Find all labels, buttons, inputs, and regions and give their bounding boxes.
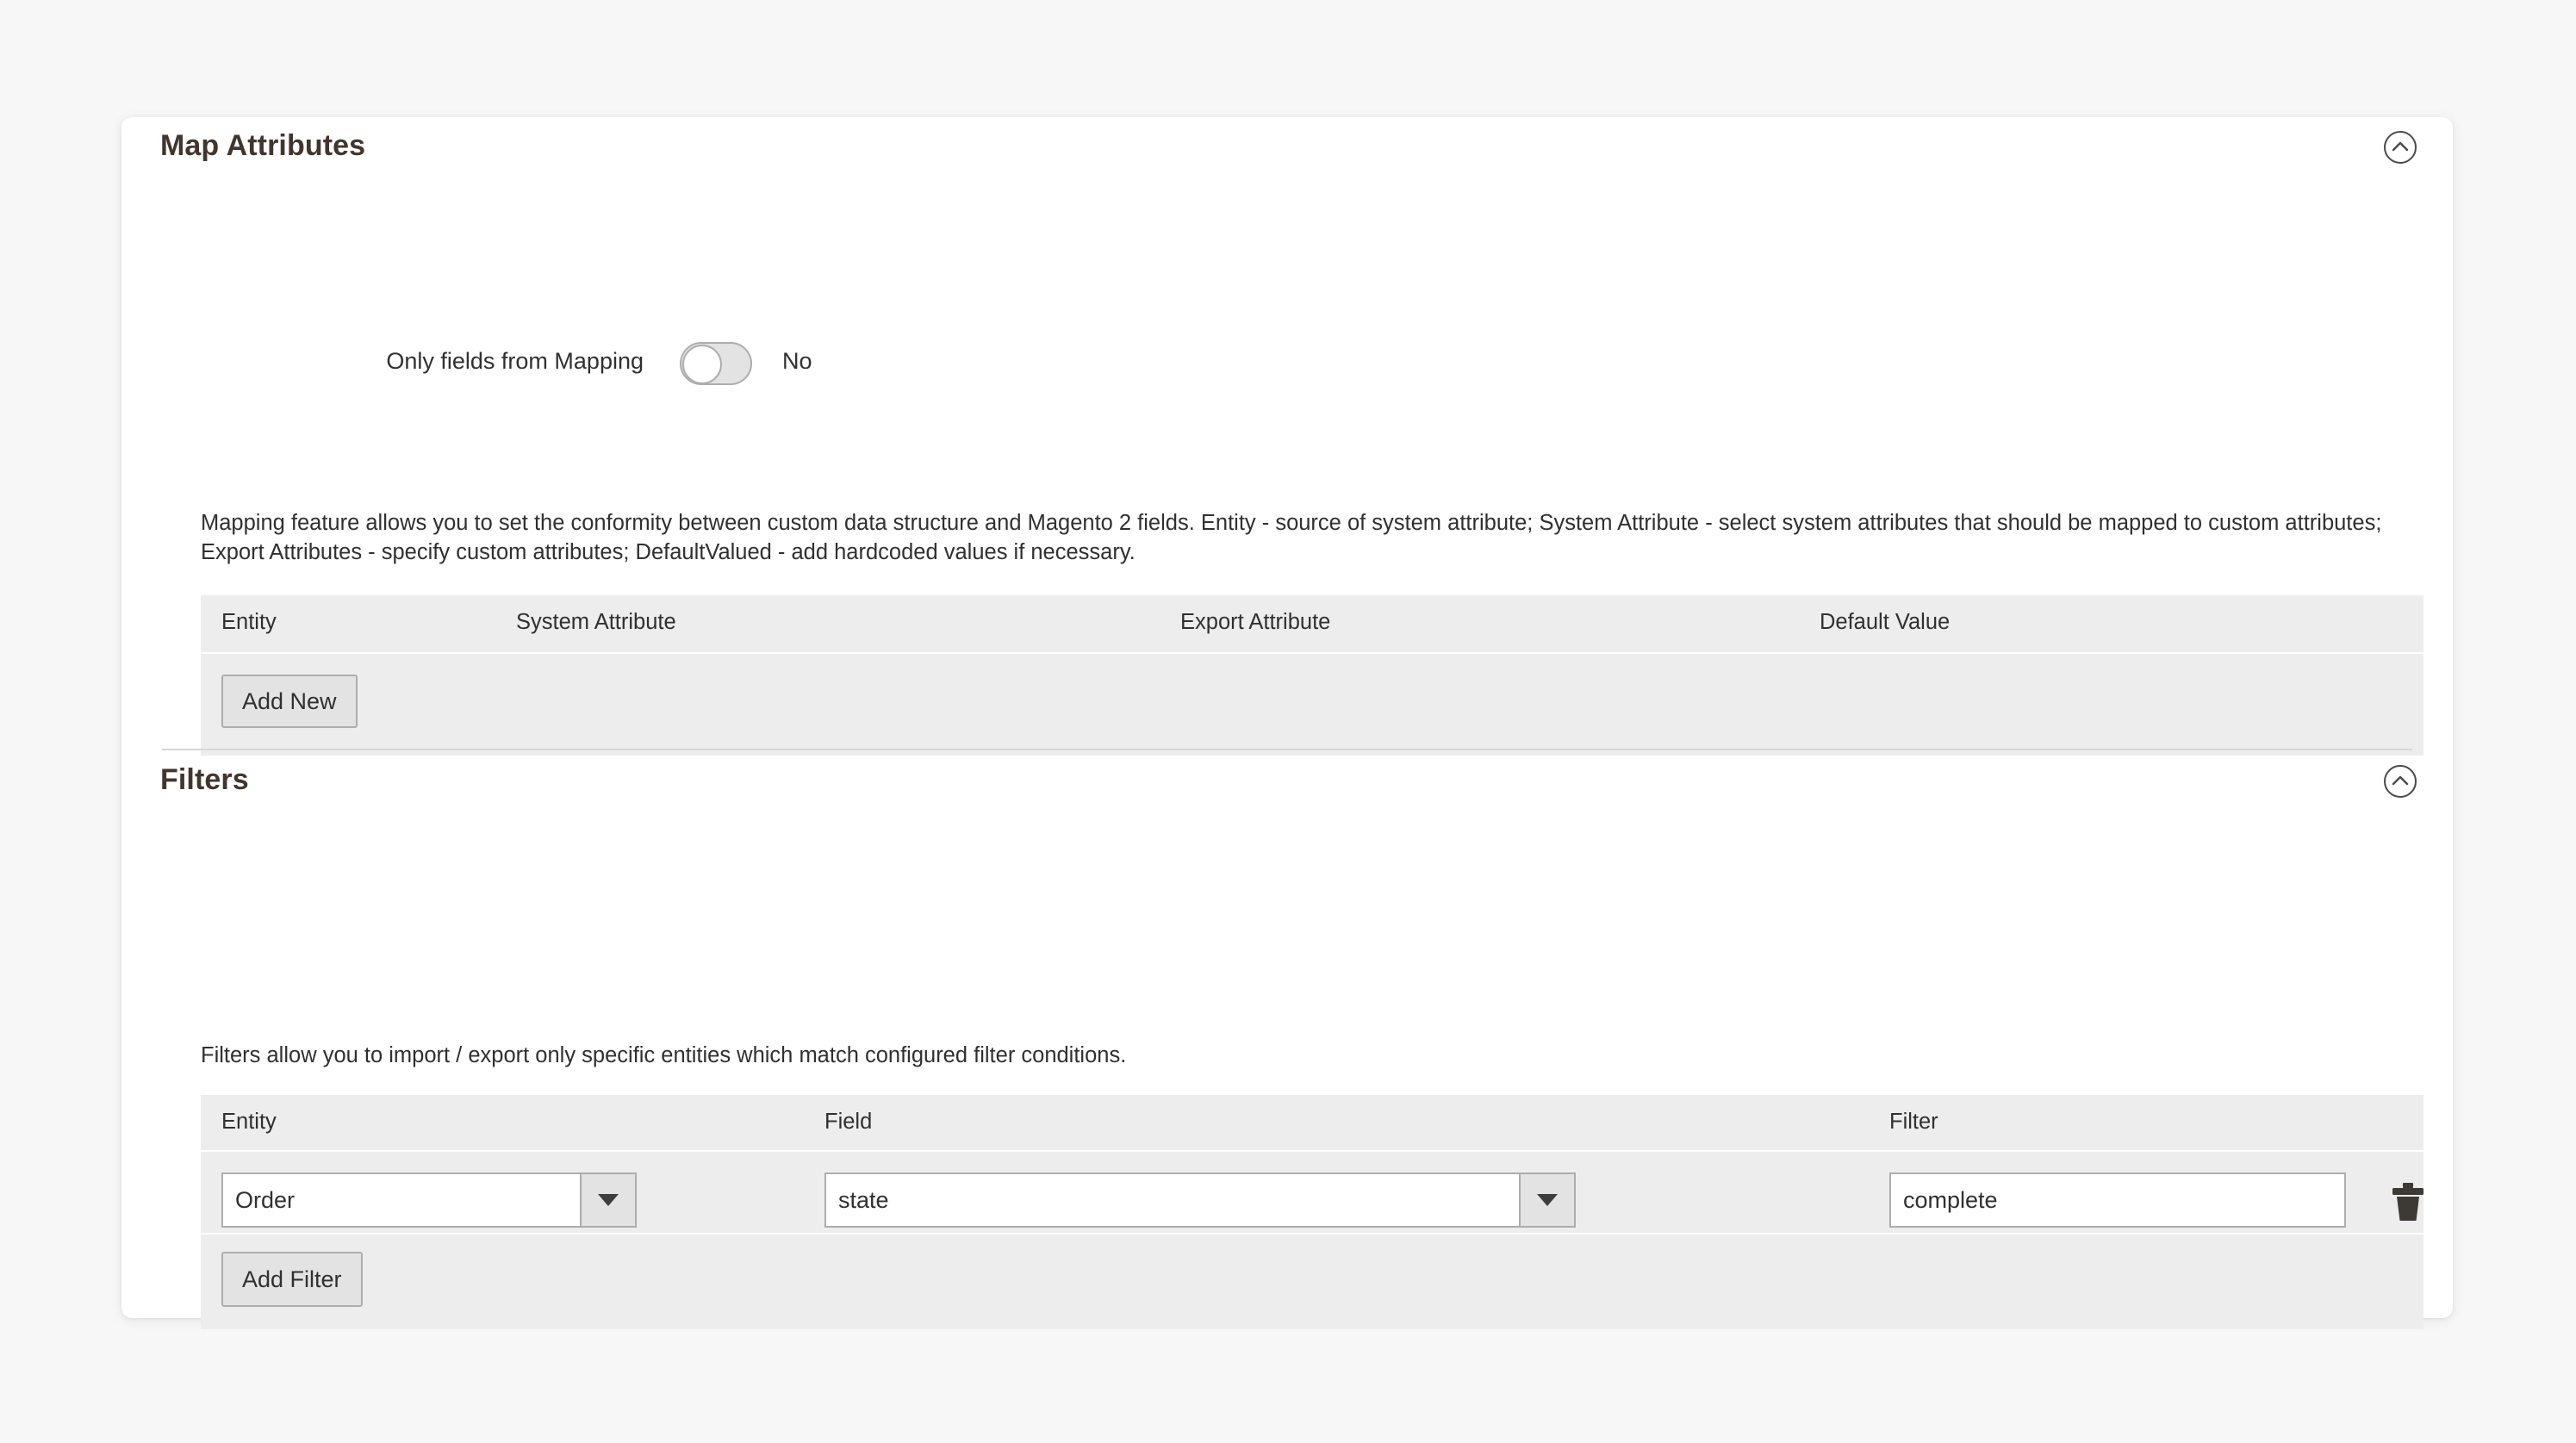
map-attributes-title: Map Attributes	[160, 129, 366, 162]
map-attributes-table-header: Entity System Attribute Export Attribute…	[201, 595, 2424, 654]
map-attributes-collapse-button[interactable]	[2382, 129, 2418, 165]
filters-table-footer: Add Filter	[201, 1235, 2424, 1329]
table-row: Order state	[201, 1152, 2424, 1235]
chevron-down-icon	[580, 1174, 635, 1226]
section-divider	[162, 749, 2412, 750]
column-header-entity: Entity	[221, 1110, 277, 1134]
chevron-down-icon	[1519, 1174, 1574, 1226]
column-header-system-attribute: System Attribute	[516, 610, 676, 634]
column-header-export-attribute: Export Attribute	[1180, 610, 1331, 634]
only-fields-from-mapping-value: No	[782, 348, 812, 374]
chevron-up-circle-icon	[2384, 765, 2417, 798]
filters-title: Filters	[160, 763, 249, 796]
only-fields-from-mapping-row: Only fields from Mapping No	[121, 338, 2453, 389]
map-attributes-table-footer: Add New	[201, 654, 2424, 756]
filter-value-input[interactable]	[1889, 1172, 2346, 1228]
delete-filter-button[interactable]	[2389, 1181, 2427, 1222]
map-attributes-section-header: Map Attributes	[121, 117, 2453, 195]
map-attributes-table: Entity System Attribute Export Attribute…	[201, 595, 2424, 756]
only-fields-from-mapping-toggle[interactable]	[680, 342, 752, 385]
trash-icon	[2392, 1183, 2424, 1221]
map-attributes-description: Mapping feature allows you to set the co…	[201, 511, 2382, 564]
filters-table: Entity Field Filter Order state complete…	[201, 1095, 2424, 1329]
column-header-entity: Entity	[221, 610, 277, 634]
filter-entity-select-value: Order	[235, 1186, 296, 1213]
column-header-default-value: Default Value	[1820, 610, 1951, 634]
filters-table-header: Entity Field Filter	[201, 1095, 2424, 1152]
filter-field-select-value: state	[838, 1186, 889, 1213]
filter-entity-select[interactable]: Order	[221, 1172, 637, 1228]
column-header-filter: Filter	[1889, 1110, 1938, 1134]
filters-collapse-button[interactable]	[2382, 763, 2418, 799]
only-fields-from-mapping-label: Only fields from Mapping	[386, 348, 644, 374]
add-new-button[interactable]: Add New	[221, 675, 358, 728]
page-root: Map Attributes Only fields from Mapping …	[0, 0, 2576, 1443]
filters-description: Filters allow you to import / export onl…	[201, 1043, 1127, 1067]
filters-section-header: Filters	[121, 751, 2453, 829]
settings-card: Map Attributes Only fields from Mapping …	[121, 117, 2453, 1329]
column-header-field: Field	[824, 1110, 873, 1134]
chevron-up-circle-icon	[2384, 131, 2417, 164]
add-filter-button[interactable]: Add Filter	[221, 1252, 363, 1307]
filter-field-select[interactable]: state	[824, 1172, 1576, 1228]
toggle-knob	[682, 345, 722, 384]
